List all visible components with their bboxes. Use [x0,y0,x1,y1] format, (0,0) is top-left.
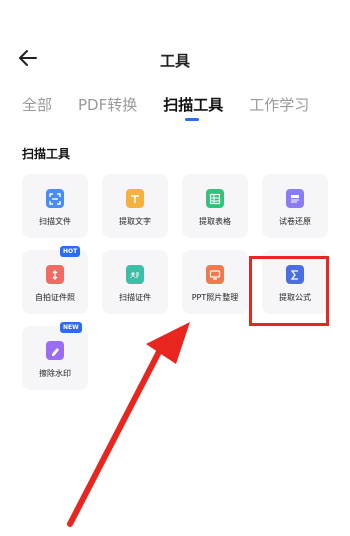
annotation-arrow [67,322,190,527]
